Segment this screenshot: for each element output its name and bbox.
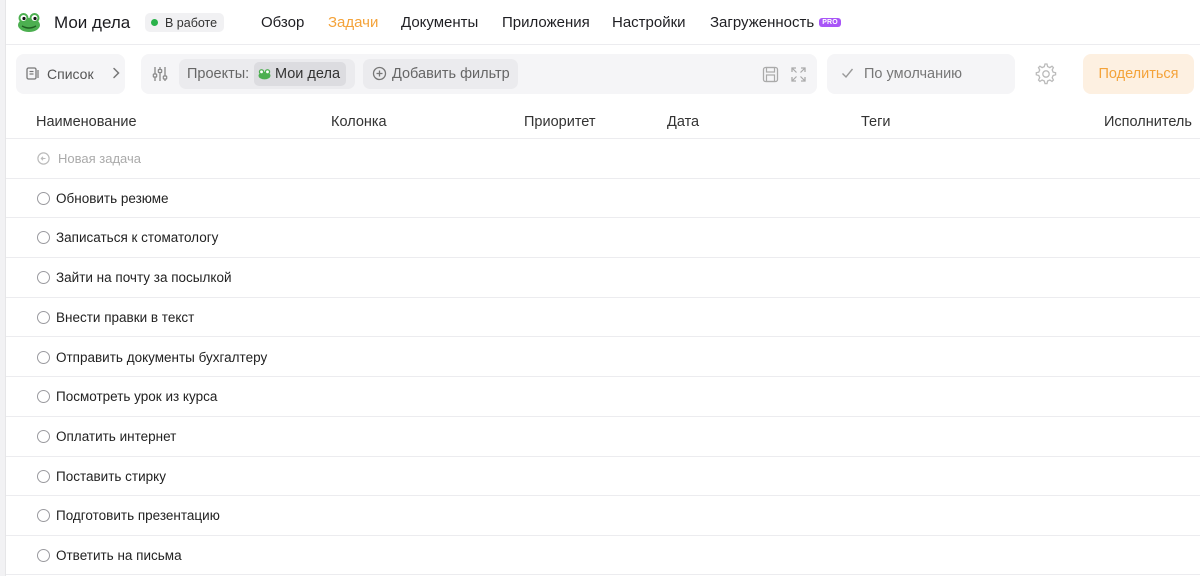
task-name: Зайти на почту за посылкой <box>56 270 232 286</box>
tab-workload[interactable]: Загруженность PRO <box>710 14 841 31</box>
task-name: Внести правки в текст <box>56 309 195 325</box>
filter-bar: Проекты: Мои дела Добавить фильтр <box>141 54 817 94</box>
task-checkbox[interactable] <box>37 231 50 245</box>
app-window: Мои дела В работе Обзор Задачи Документы… <box>5 0 1200 576</box>
column-header-tags[interactable]: Теги <box>861 114 891 130</box>
column-header-assignee[interactable]: Исполнитель <box>1104 114 1192 130</box>
task-checkbox[interactable] <box>37 509 50 523</box>
task-row[interactable]: Зайти на почту за посылкой <box>6 258 1200 298</box>
task-checkbox[interactable] <box>37 350 50 364</box>
tab-overview[interactable]: Обзор <box>261 14 304 31</box>
column-header-priority[interactable]: Приоритет <box>524 114 596 130</box>
share-button[interactable]: Поделиться <box>1083 54 1194 94</box>
sort-label: По умолчанию <box>864 66 963 82</box>
task-checkbox[interactable] <box>37 469 50 483</box>
chevron-right-icon <box>113 67 120 79</box>
new-task-row[interactable]: Новая задача <box>6 139 1200 179</box>
task-checkbox[interactable] <box>37 390 50 404</box>
save-icon[interactable] <box>762 66 779 83</box>
status-badge[interactable]: В работе <box>145 13 225 32</box>
project-title[interactable]: Мои дела <box>54 13 130 33</box>
list-view-icon <box>26 67 39 80</box>
task-row[interactable]: Поставить стирку <box>6 457 1200 497</box>
view-selector[interactable]: Список <box>16 54 125 94</box>
add-task-icon <box>37 152 50 165</box>
tab-settings[interactable]: Настройки <box>612 14 686 31</box>
task-name: Подготовить презентацию <box>56 508 220 524</box>
table-header: Наименование Колонка Приоритет Дата Теги… <box>6 103 1200 139</box>
task-name: Поставить стирку <box>56 468 166 484</box>
plus-circle-icon <box>372 66 387 81</box>
projects-filter-chip[interactable]: Проекты: Мои дела <box>179 59 355 89</box>
projects-filter-label: Проекты: <box>187 66 250 82</box>
check-icon <box>842 68 854 79</box>
filter-sliders-icon[interactable] <box>151 65 169 83</box>
tab-documents[interactable]: Документы <box>401 14 478 31</box>
add-filter-label: Добавить фильтр <box>392 66 510 82</box>
task-checkbox[interactable] <box>37 191 50 205</box>
task-row[interactable]: Отправить документы бухгалтеру <box>6 338 1200 378</box>
frog-logo-icon <box>18 13 40 32</box>
column-header-date[interactable]: Дата <box>667 114 699 130</box>
task-row[interactable]: Записаться к стоматологу <box>6 218 1200 259</box>
expand-icon[interactable] <box>790 66 807 83</box>
tab-workload-label: Загруженность <box>710 14 815 31</box>
task-checkbox[interactable] <box>37 429 50 443</box>
task-checkbox[interactable] <box>37 271 50 285</box>
status-label: В работе <box>165 15 218 30</box>
project-chip-label: Мои дела <box>275 66 341 82</box>
task-row[interactable]: Внести правки в текст <box>6 298 1200 338</box>
column-header-name[interactable]: Наименование <box>36 114 137 130</box>
task-row[interactable]: Ответить на письма <box>6 536 1200 575</box>
view-label: Список <box>47 66 94 82</box>
frog-small-icon <box>258 69 271 80</box>
task-row[interactable]: Подготовить презентацию <box>6 496 1200 536</box>
toolbar: Список Проекты: Мои дела Добавить фильтр… <box>6 45 1200 103</box>
pro-badge: PRO <box>819 18 841 27</box>
top-header: Мои дела В работе Обзор Задачи Документы… <box>6 0 1200 45</box>
task-row[interactable]: Посмотреть урок из курса <box>6 377 1200 417</box>
task-row[interactable]: Оплатить интернет <box>6 417 1200 457</box>
task-checkbox[interactable] <box>37 310 50 324</box>
column-header-column[interactable]: Колонка <box>331 114 387 130</box>
gear-icon[interactable] <box>1035 63 1057 85</box>
tab-tasks[interactable]: Задачи <box>328 14 378 31</box>
tab-apps[interactable]: Приложения <box>502 14 590 31</box>
task-name: Записаться к стоматологу <box>56 230 219 246</box>
new-task-label: Новая задача <box>58 151 141 166</box>
project-chip[interactable]: Мои дела <box>254 62 347 86</box>
task-name: Отправить документы бухгалтеру <box>56 349 268 365</box>
status-dot-icon <box>151 19 158 26</box>
sort-selector[interactable]: По умолчанию <box>827 54 1015 94</box>
task-row[interactable]: Обновить резюме <box>6 179 1200 219</box>
task-name: Ответить на письма <box>56 548 182 563</box>
task-name: Оплатить интернет <box>56 428 177 444</box>
task-checkbox[interactable] <box>37 549 50 562</box>
add-filter-button[interactable]: Добавить фильтр <box>363 59 518 89</box>
task-name: Посмотреть урок из курса <box>56 389 218 405</box>
task-name: Обновить резюме <box>56 190 169 206</box>
